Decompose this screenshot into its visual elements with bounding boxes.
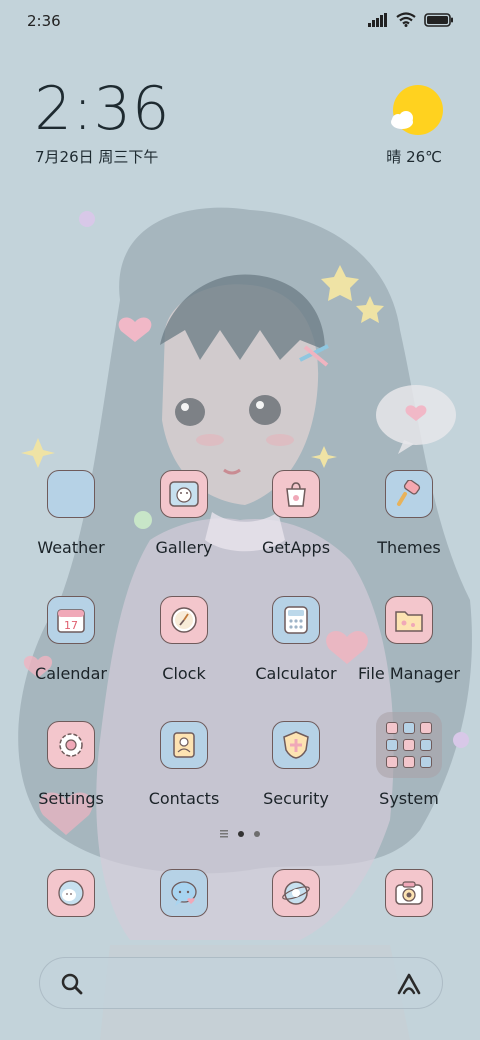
app-label: Settings [38,789,104,808]
app-gallery[interactable]: Gallery [127,470,241,557]
signal-icon [368,12,387,27]
folder-mini-app [420,739,432,751]
calendar-icon: 17 [47,596,95,644]
app-label: GetApps [261,538,331,557]
app-label: Weather [37,538,105,557]
status-icons [368,12,454,27]
gallery-icon [160,470,208,518]
folder-mini-app [386,722,398,734]
page-indicator[interactable] [0,830,480,838]
app-folder-system[interactable]: System [352,712,466,808]
app-calendar[interactable]: 17 Calendar [14,596,128,683]
assistant-icon[interactable] [396,972,422,996]
app-clock[interactable]: Clock [127,596,241,683]
page-dot[interactable] [254,831,260,837]
camera-icon [385,869,433,917]
app-calculator[interactable]: Calculator [239,596,353,683]
folder-mini-app [403,756,415,768]
file-manager-icon [385,596,433,644]
app-label: Gallery [155,538,213,557]
app-getapps[interactable]: GetApps [239,470,353,557]
dock-phone[interactable] [14,869,128,917]
getapps-icon [272,470,320,518]
list-icon [220,830,228,838]
folder-icon [376,712,442,778]
sun-cloud-icon [391,85,443,135]
weather-condition: 晴 [386,148,402,166]
dock-browser[interactable] [239,869,353,917]
folder-mini-app [386,739,398,751]
app-file-manager[interactable]: File Manager [352,596,466,683]
contacts-icon [160,721,208,769]
app-label: Calculator [255,664,337,683]
folder-mini-app [403,722,415,734]
dock-camera[interactable] [352,869,466,917]
security-icon [272,721,320,769]
clock-widget-date: 7月26日 周三下午 [35,148,159,166]
themes-icon [385,470,433,518]
app-settings[interactable]: Settings [14,721,128,808]
app-label: File Manager [358,664,460,683]
app-label: Themes [377,538,441,557]
weather-icon [47,470,95,518]
app-weather[interactable]: Weather [14,470,128,557]
battery-icon [424,12,453,27]
app-label: Clock [162,664,206,683]
calculator-icon [272,596,320,644]
clock-icon [160,596,208,644]
folder-mini-app [420,756,432,768]
status-time: 2:36 [27,12,61,30]
settings-icon [47,721,95,769]
folder-mini-app [420,722,432,734]
status-bar: 2:36 [0,0,480,40]
app-label: Security [263,789,329,808]
weather-temperature: 26℃ [406,148,442,166]
dock-messages[interactable] [127,869,241,917]
app-security[interactable]: Security [239,721,353,808]
folder-mini-app [403,739,415,751]
wifi-icon [396,12,416,27]
search-icon[interactable] [60,972,84,996]
app-label: System [379,789,439,808]
app-themes[interactable]: Themes [352,470,466,557]
weather-text: 晴 26℃ [386,146,442,167]
clock-widget-time[interactable]: 2:36 [34,74,170,144]
browser-icon [272,869,320,917]
phone-icon [47,869,95,917]
folder-mini-app [386,756,398,768]
app-contacts[interactable]: Contacts [127,721,241,808]
app-label: Contacts [148,789,220,808]
page-dot-active[interactable] [238,831,244,837]
app-label: Calendar [35,664,107,683]
weather-widget[interactable] [384,84,444,142]
search-bar[interactable] [39,957,443,1009]
messages-icon [160,869,208,917]
home-screen: 2:36 2:36 7月26日 周三下午 晴 26℃ Weather Galle… [0,0,480,1040]
calendar-day: 17 [64,619,78,632]
